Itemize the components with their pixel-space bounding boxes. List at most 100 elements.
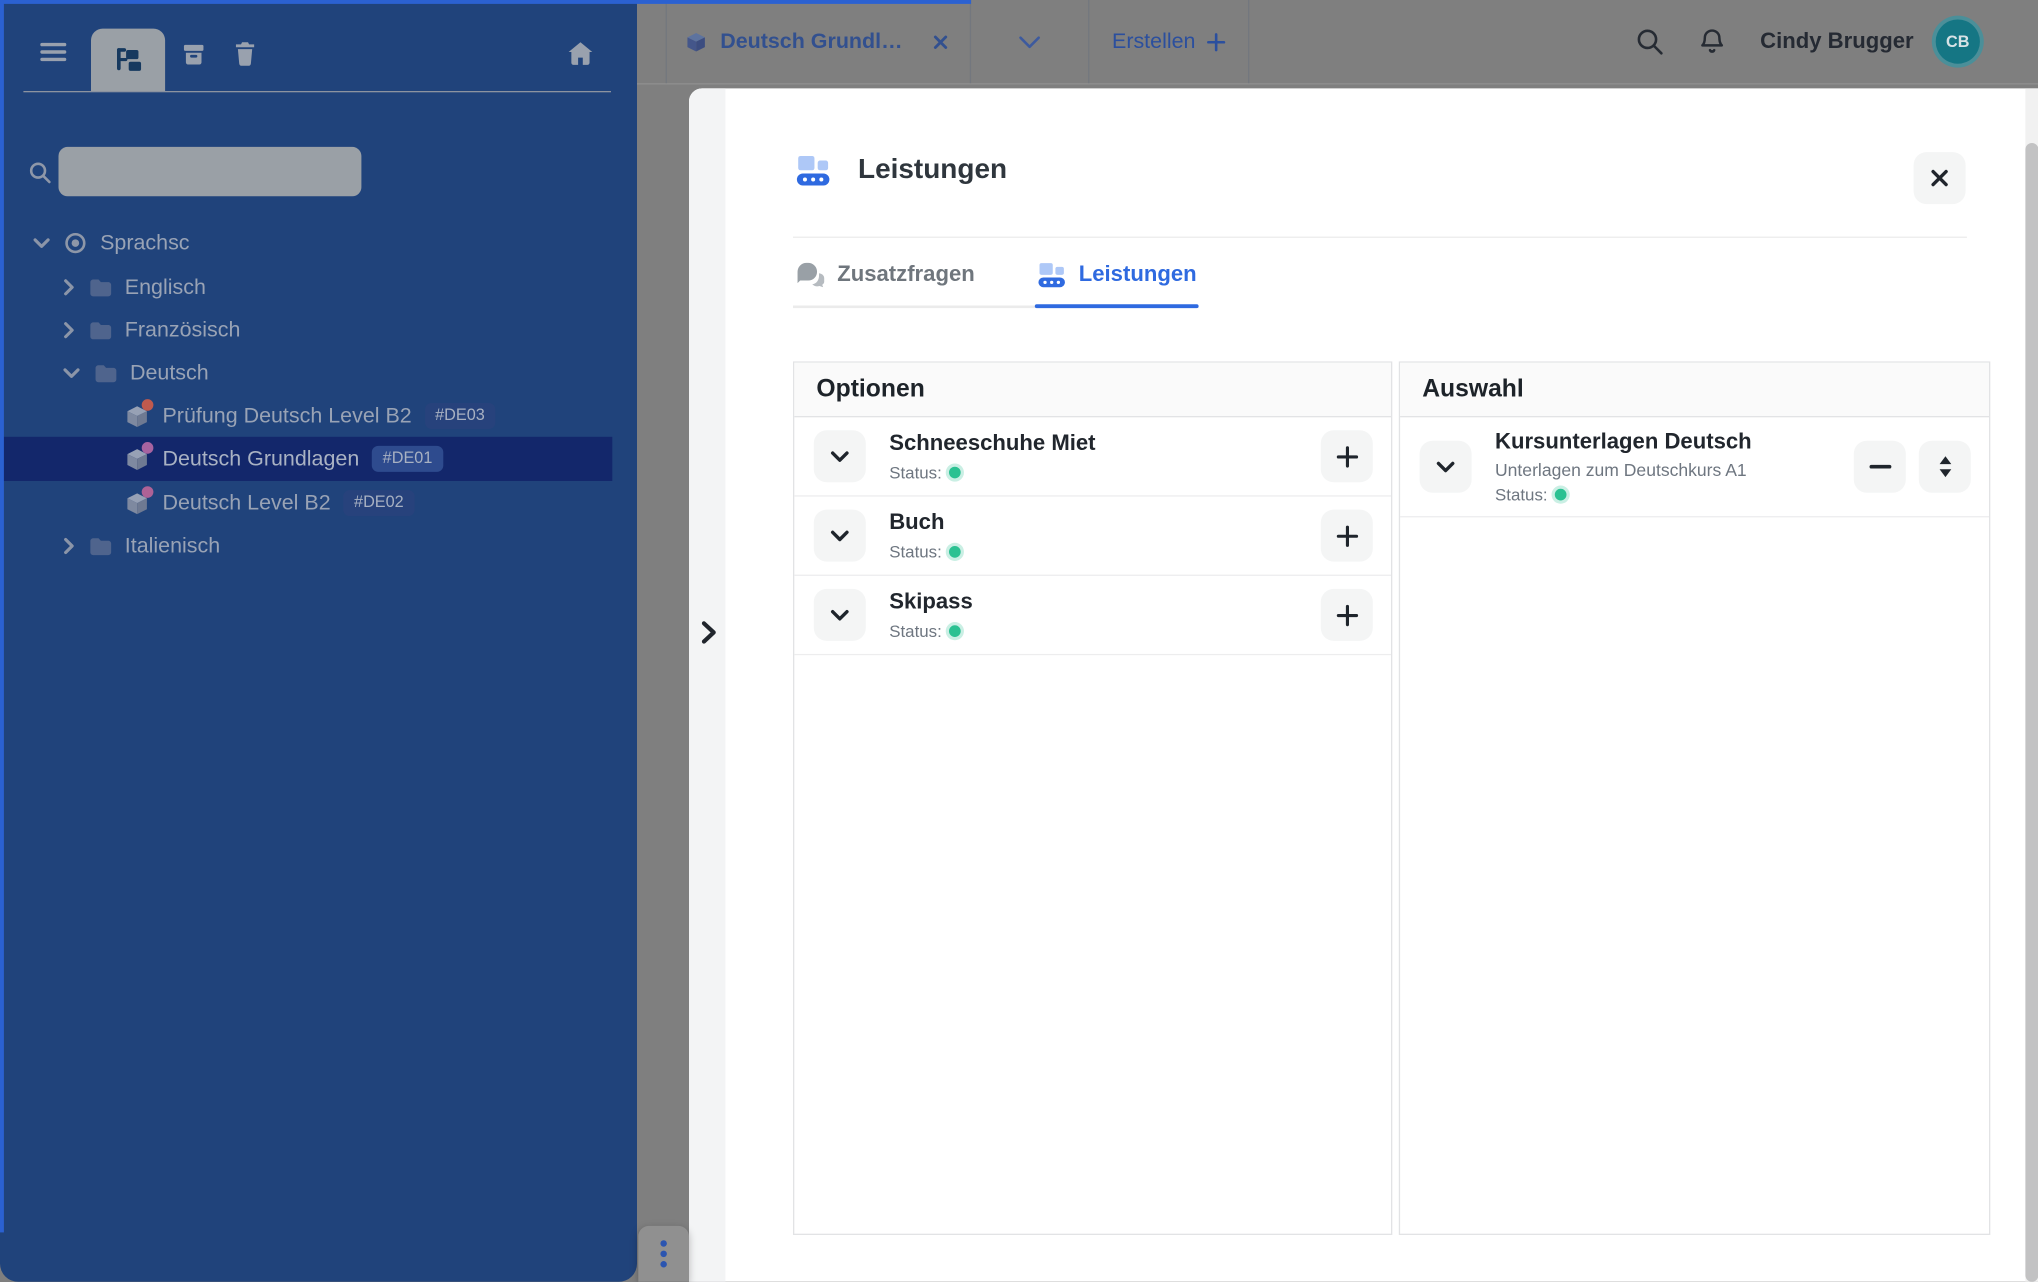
chat-bubbles-icon — [796, 261, 825, 288]
option-actions — [1320, 509, 1373, 562]
tree-item-franzoesisch[interactable]: Französisch — [0, 308, 612, 352]
tree-item-course-de02[interactable]: Deutsch Level B2 #DE02 — [0, 481, 612, 525]
option-actions — [1320, 430, 1373, 483]
minus-icon — [1868, 464, 1891, 469]
leistungen-icon — [1037, 260, 1066, 289]
tree-item-deutsch[interactable]: Deutsch — [0, 351, 612, 395]
home-button[interactable] — [567, 40, 594, 66]
option-row-schneeschuhe: Schneeschuhe Miet Status: — [794, 417, 1391, 497]
header-search-button[interactable] — [1635, 27, 1664, 56]
selection-panel: Auswahl Kursunterlagen Deutsch Unterlage… — [1398, 361, 1991, 1235]
option-info: Skipass Status: — [889, 589, 973, 640]
drawer-tabs: Zusatzfragen Leistungen — [793, 252, 1200, 309]
dot — [660, 1250, 667, 1258]
chevron-right-icon[interactable] — [62, 537, 75, 555]
trash-button[interactable] — [233, 40, 258, 67]
chevron-down-icon[interactable] — [33, 237, 51, 250]
close-icon — [1929, 168, 1950, 189]
dot — [660, 1261, 667, 1268]
sidebar-toolbar — [0, 23, 637, 91]
search-icon — [1635, 27, 1664, 56]
tab-label: Deutsch Grundl… — [720, 29, 903, 53]
expand-selection-button[interactable] — [1419, 440, 1472, 493]
tree-item-root[interactable]: Sprachsc — [0, 221, 612, 265]
selection-info: Kursunterlagen Deutsch Unterlagen zum De… — [1495, 429, 1752, 504]
remove-selection-button[interactable] — [1853, 440, 1906, 493]
option-status: Status: — [889, 462, 1095, 482]
folder-icon — [94, 363, 117, 383]
plus-icon — [1336, 445, 1358, 467]
option-status: Status: — [889, 542, 962, 561]
chevron-down-icon — [829, 608, 850, 622]
drawer-close-button[interactable] — [1913, 152, 1966, 205]
trash-icon — [233, 40, 258, 67]
option-info: Schneeschuhe Miet Status: — [889, 431, 1095, 482]
course-cube-icon — [125, 485, 154, 516]
user-name[interactable]: Cindy Brugger — [1760, 29, 1913, 55]
bell-icon — [1698, 27, 1727, 57]
hamburger-icon — [39, 40, 68, 63]
chevron-right-icon[interactable] — [62, 278, 75, 296]
selection-subtitle: Unterlagen zum Deutschkurs A1 — [1495, 459, 1747, 480]
options-panel: Optionen Schneeschuhe Miet Status: Buch … — [793, 361, 1393, 1235]
add-option-button[interactable] — [1320, 430, 1373, 483]
folder-icon — [88, 320, 112, 340]
add-option-button[interactable] — [1320, 588, 1373, 641]
chevron-down-icon[interactable] — [62, 367, 80, 380]
cube-icon — [685, 31, 707, 53]
tab-zusatzfragen[interactable]: Zusatzfragen — [793, 252, 977, 305]
home-icon — [567, 40, 594, 66]
header-divider — [793, 236, 1967, 238]
course-status-dot — [141, 485, 154, 498]
selection-panel-header: Auswahl — [1400, 362, 1989, 418]
plus-icon — [1206, 32, 1226, 52]
avatar[interactable]: CB — [1935, 19, 1980, 64]
sidebar: Sprachsc Englisch Französisch Deutsch Pr… — [0, 0, 637, 1282]
add-option-button[interactable] — [1320, 509, 1373, 562]
course-code-badge: #DE02 — [343, 490, 415, 516]
notifications-button[interactable] — [1698, 27, 1727, 57]
sidebar-search-input[interactable] — [58, 146, 362, 197]
option-title: Buch — [889, 509, 945, 535]
course-cube-icon — [125, 441, 154, 472]
status-dot-green — [949, 624, 962, 637]
tab-deutsch-grundlagen[interactable]: Deutsch Grundl… — [665, 0, 972, 84]
tree-item-englisch[interactable]: Englisch — [0, 265, 612, 309]
tree-item-label: Deutsch — [130, 360, 209, 385]
tab-label: Leistungen — [1078, 261, 1197, 286]
folder-icon — [88, 536, 112, 556]
expand-option-button[interactable] — [813, 430, 866, 483]
reorder-selection-button[interactable] — [1918, 440, 1971, 493]
status-label: Status: — [889, 462, 942, 482]
option-title: Schneeschuhe Miet — [889, 430, 1096, 456]
tree-item-label: Italienisch — [124, 533, 221, 558]
chevron-right-icon[interactable] — [62, 321, 75, 339]
selection-status: Status: — [1495, 484, 1752, 504]
window-left-accent — [0, 0, 4, 1233]
tree-item-italienisch[interactable]: Italienisch — [0, 524, 612, 568]
create-button[interactable]: Erstellen — [1089, 0, 1250, 84]
course-status-dot — [141, 398, 154, 411]
archive-button[interactable] — [181, 42, 207, 68]
tab-close-button[interactable] — [929, 31, 951, 53]
menu-button[interactable] — [39, 40, 68, 63]
modal-scrollbar-thumb[interactable] — [2025, 143, 2038, 1282]
course-status-dot — [141, 441, 154, 454]
tab-leistungen[interactable]: Leistungen — [1034, 252, 1200, 309]
tree-item-course-de03[interactable]: Prüfung Deutsch Level B2 #DE03 — [0, 394, 612, 438]
drawer-expand-button[interactable] — [693, 615, 726, 649]
tree-item-course-de01-selected[interactable]: Deutsch Grundlagen #DE01 — [0, 436, 613, 481]
plus-icon — [1336, 524, 1358, 547]
status-dot-green — [949, 466, 962, 478]
tree-item-label: Prüfung Deutsch Level B2 — [162, 403, 412, 428]
status-dot-green — [949, 545, 962, 558]
tree-view-button[interactable] — [91, 28, 166, 91]
expand-option-button[interactable] — [813, 588, 866, 641]
leistungen-drawer: Leistungen Zusatzfragen Leistungen Optio… — [689, 88, 2038, 1282]
expand-option-button[interactable] — [813, 509, 866, 562]
tab-label: Zusatzfragen — [837, 261, 975, 286]
option-status: Status: — [889, 621, 973, 640]
tab-list-dropdown[interactable] — [971, 0, 1090, 84]
status-label: Status: — [1495, 484, 1548, 504]
sidebar-drag-handle[interactable] — [638, 1225, 689, 1282]
